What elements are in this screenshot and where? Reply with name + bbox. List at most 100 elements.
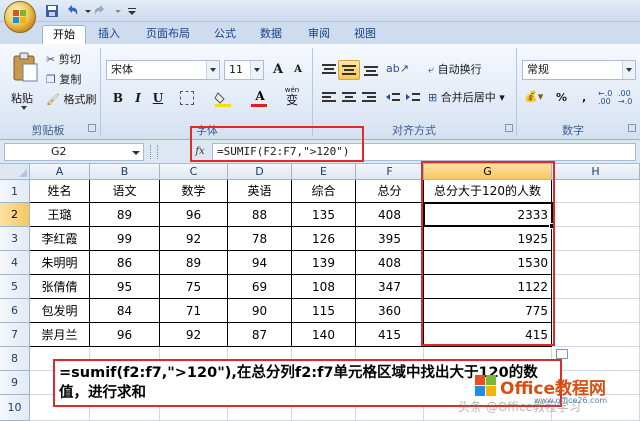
header-cell[interactable]: 语文 bbox=[90, 180, 160, 203]
clipboard-launcher-icon[interactable] bbox=[88, 124, 96, 132]
number-format-select[interactable]: 常规 bbox=[522, 60, 636, 80]
undo-dropdown-icon[interactable] bbox=[80, 3, 91, 19]
data-cell[interactable]: 包发明 bbox=[30, 299, 90, 323]
phonetic-button[interactable]: wén 变 bbox=[280, 86, 304, 108]
empty-cell[interactable] bbox=[552, 275, 640, 299]
data-cell[interactable]: 94 bbox=[228, 251, 292, 275]
data-cell[interactable]: 347 bbox=[356, 275, 424, 299]
data-cell[interactable]: 86 bbox=[90, 251, 160, 275]
empty-cell[interactable] bbox=[552, 227, 640, 251]
row-header[interactable]: 10 bbox=[0, 395, 30, 421]
number-launcher-icon[interactable] bbox=[628, 124, 636, 132]
row-header[interactable]: 6 bbox=[0, 299, 30, 323]
row-header[interactable]: 7 bbox=[0, 323, 30, 347]
row-header[interactable]: 2 bbox=[0, 203, 30, 227]
data-cell[interactable]: 99 bbox=[90, 227, 160, 251]
column-header[interactable]: E bbox=[292, 164, 356, 180]
data-cell[interactable]: 朱明明 bbox=[30, 251, 90, 275]
column-header[interactable]: C bbox=[160, 164, 228, 180]
paste-options-icon[interactable] bbox=[556, 349, 568, 359]
column-header[interactable]: A bbox=[30, 164, 90, 180]
orientation-icon[interactable]: ab↗ bbox=[386, 62, 410, 78]
data-cell[interactable]: 69 bbox=[228, 275, 292, 299]
data-cell[interactable]: 95 bbox=[90, 275, 160, 299]
header-cell[interactable]: 综合 bbox=[292, 180, 356, 203]
increase-indent-icon[interactable] bbox=[404, 90, 422, 106]
data-cell[interactable]: 360 bbox=[356, 299, 424, 323]
empty-cell[interactable] bbox=[552, 323, 640, 347]
font-name-select[interactable]: 宋体 bbox=[106, 60, 220, 80]
redo-icon[interactable] bbox=[92, 3, 110, 19]
data-cell[interactable]: 415 bbox=[356, 323, 424, 347]
data-cell[interactable]: 408 bbox=[356, 251, 424, 275]
grow-font-icon[interactable]: A bbox=[268, 60, 288, 80]
data-cell[interactable]: 126 bbox=[292, 227, 356, 251]
data-cell[interactable]: 88 bbox=[228, 203, 292, 227]
column-header[interactable]: H bbox=[552, 164, 640, 180]
align-left-icon[interactable] bbox=[320, 90, 338, 106]
percent-button[interactable]: % bbox=[556, 88, 567, 108]
data-cell[interactable]: 140 bbox=[292, 323, 356, 347]
font-color-button[interactable]: A bbox=[250, 86, 270, 106]
currency-icon[interactable]: 💰▾ bbox=[524, 90, 548, 106]
tab-review[interactable]: 审阅 bbox=[302, 25, 336, 44]
data-cell[interactable]: 崇月兰 bbox=[30, 323, 90, 347]
tab-data[interactable]: 数据 bbox=[254, 25, 288, 44]
name-box-dropdown-icon[interactable] bbox=[130, 144, 142, 160]
row-header[interactable]: 1 bbox=[0, 180, 30, 203]
align-center-icon[interactable] bbox=[340, 90, 358, 106]
empty-cell[interactable] bbox=[552, 203, 640, 227]
row-header[interactable]: 4 bbox=[0, 251, 30, 275]
decrease-decimal-icon[interactable]: .00 →.0 bbox=[618, 90, 636, 106]
data-cell[interactable]: 135 bbox=[292, 203, 356, 227]
redo-dropdown-icon[interactable] bbox=[110, 3, 121, 19]
data-cell[interactable]: 89 bbox=[90, 203, 160, 227]
name-box[interactable]: G2 bbox=[4, 143, 144, 161]
data-cell[interactable]: 108 bbox=[292, 275, 356, 299]
wrap-text-button[interactable]: ⤶ 自动换行 bbox=[428, 60, 482, 80]
data-cell[interactable]: 李红霞 bbox=[30, 227, 90, 251]
empty-cell[interactable] bbox=[552, 180, 640, 203]
formula-bar-divider[interactable] bbox=[150, 145, 158, 159]
align-right-icon[interactable] bbox=[360, 90, 378, 106]
fill-color-icon[interactable] bbox=[214, 89, 232, 107]
data-cell[interactable]: 87 bbox=[228, 323, 292, 347]
copy-button[interactable]: ❐ 复制 bbox=[46, 70, 81, 90]
column-header[interactable]: D bbox=[228, 164, 292, 180]
data-cell[interactable]: 84 bbox=[90, 299, 160, 323]
office-button[interactable] bbox=[4, 1, 36, 33]
data-cell[interactable]: 96 bbox=[160, 203, 228, 227]
bold-button[interactable]: B bbox=[108, 88, 128, 108]
underline-button[interactable]: U bbox=[148, 88, 168, 108]
cut-button[interactable]: ✂ 剪切 bbox=[46, 50, 81, 70]
empty-cell[interactable] bbox=[552, 251, 640, 275]
row-header[interactable]: 5 bbox=[0, 275, 30, 299]
save-icon[interactable] bbox=[44, 3, 62, 19]
data-cell[interactable]: 96 bbox=[90, 323, 160, 347]
row-header[interactable]: 3 bbox=[0, 227, 30, 251]
data-cell[interactable]: 139 bbox=[292, 251, 356, 275]
data-cell[interactable]: 78 bbox=[228, 227, 292, 251]
decrease-indent-icon[interactable] bbox=[384, 90, 402, 106]
header-cell[interactable]: 数学 bbox=[160, 180, 228, 203]
row-header[interactable]: 8 bbox=[0, 347, 30, 371]
tab-page-layout[interactable]: 页面布局 bbox=[140, 25, 196, 44]
tab-insert[interactable]: 插入 bbox=[92, 25, 126, 44]
italic-button[interactable]: I bbox=[128, 88, 148, 108]
data-cell[interactable]: 张倩倩 bbox=[30, 275, 90, 299]
comma-button[interactable]: , bbox=[582, 88, 586, 108]
data-cell[interactable]: 89 bbox=[160, 251, 228, 275]
border-icon[interactable] bbox=[180, 91, 194, 105]
merge-center-button[interactable]: ⊞ 合并后居中 ▾ bbox=[428, 88, 505, 108]
data-cell[interactable]: 115 bbox=[292, 299, 356, 323]
data-cell[interactable]: 92 bbox=[160, 227, 228, 251]
header-cell[interactable]: 姓名 bbox=[30, 180, 90, 203]
align-top-icon[interactable] bbox=[320, 62, 338, 78]
column-header[interactable]: F bbox=[356, 164, 424, 180]
data-cell[interactable]: 90 bbox=[228, 299, 292, 323]
increase-decimal-icon[interactable]: ←.0.00 bbox=[598, 90, 616, 106]
data-cell[interactable]: 71 bbox=[160, 299, 228, 323]
data-cell[interactable]: 408 bbox=[356, 203, 424, 227]
header-cell[interactable]: 总分 bbox=[356, 180, 424, 203]
tab-formulas[interactable]: 公式 bbox=[208, 25, 242, 44]
